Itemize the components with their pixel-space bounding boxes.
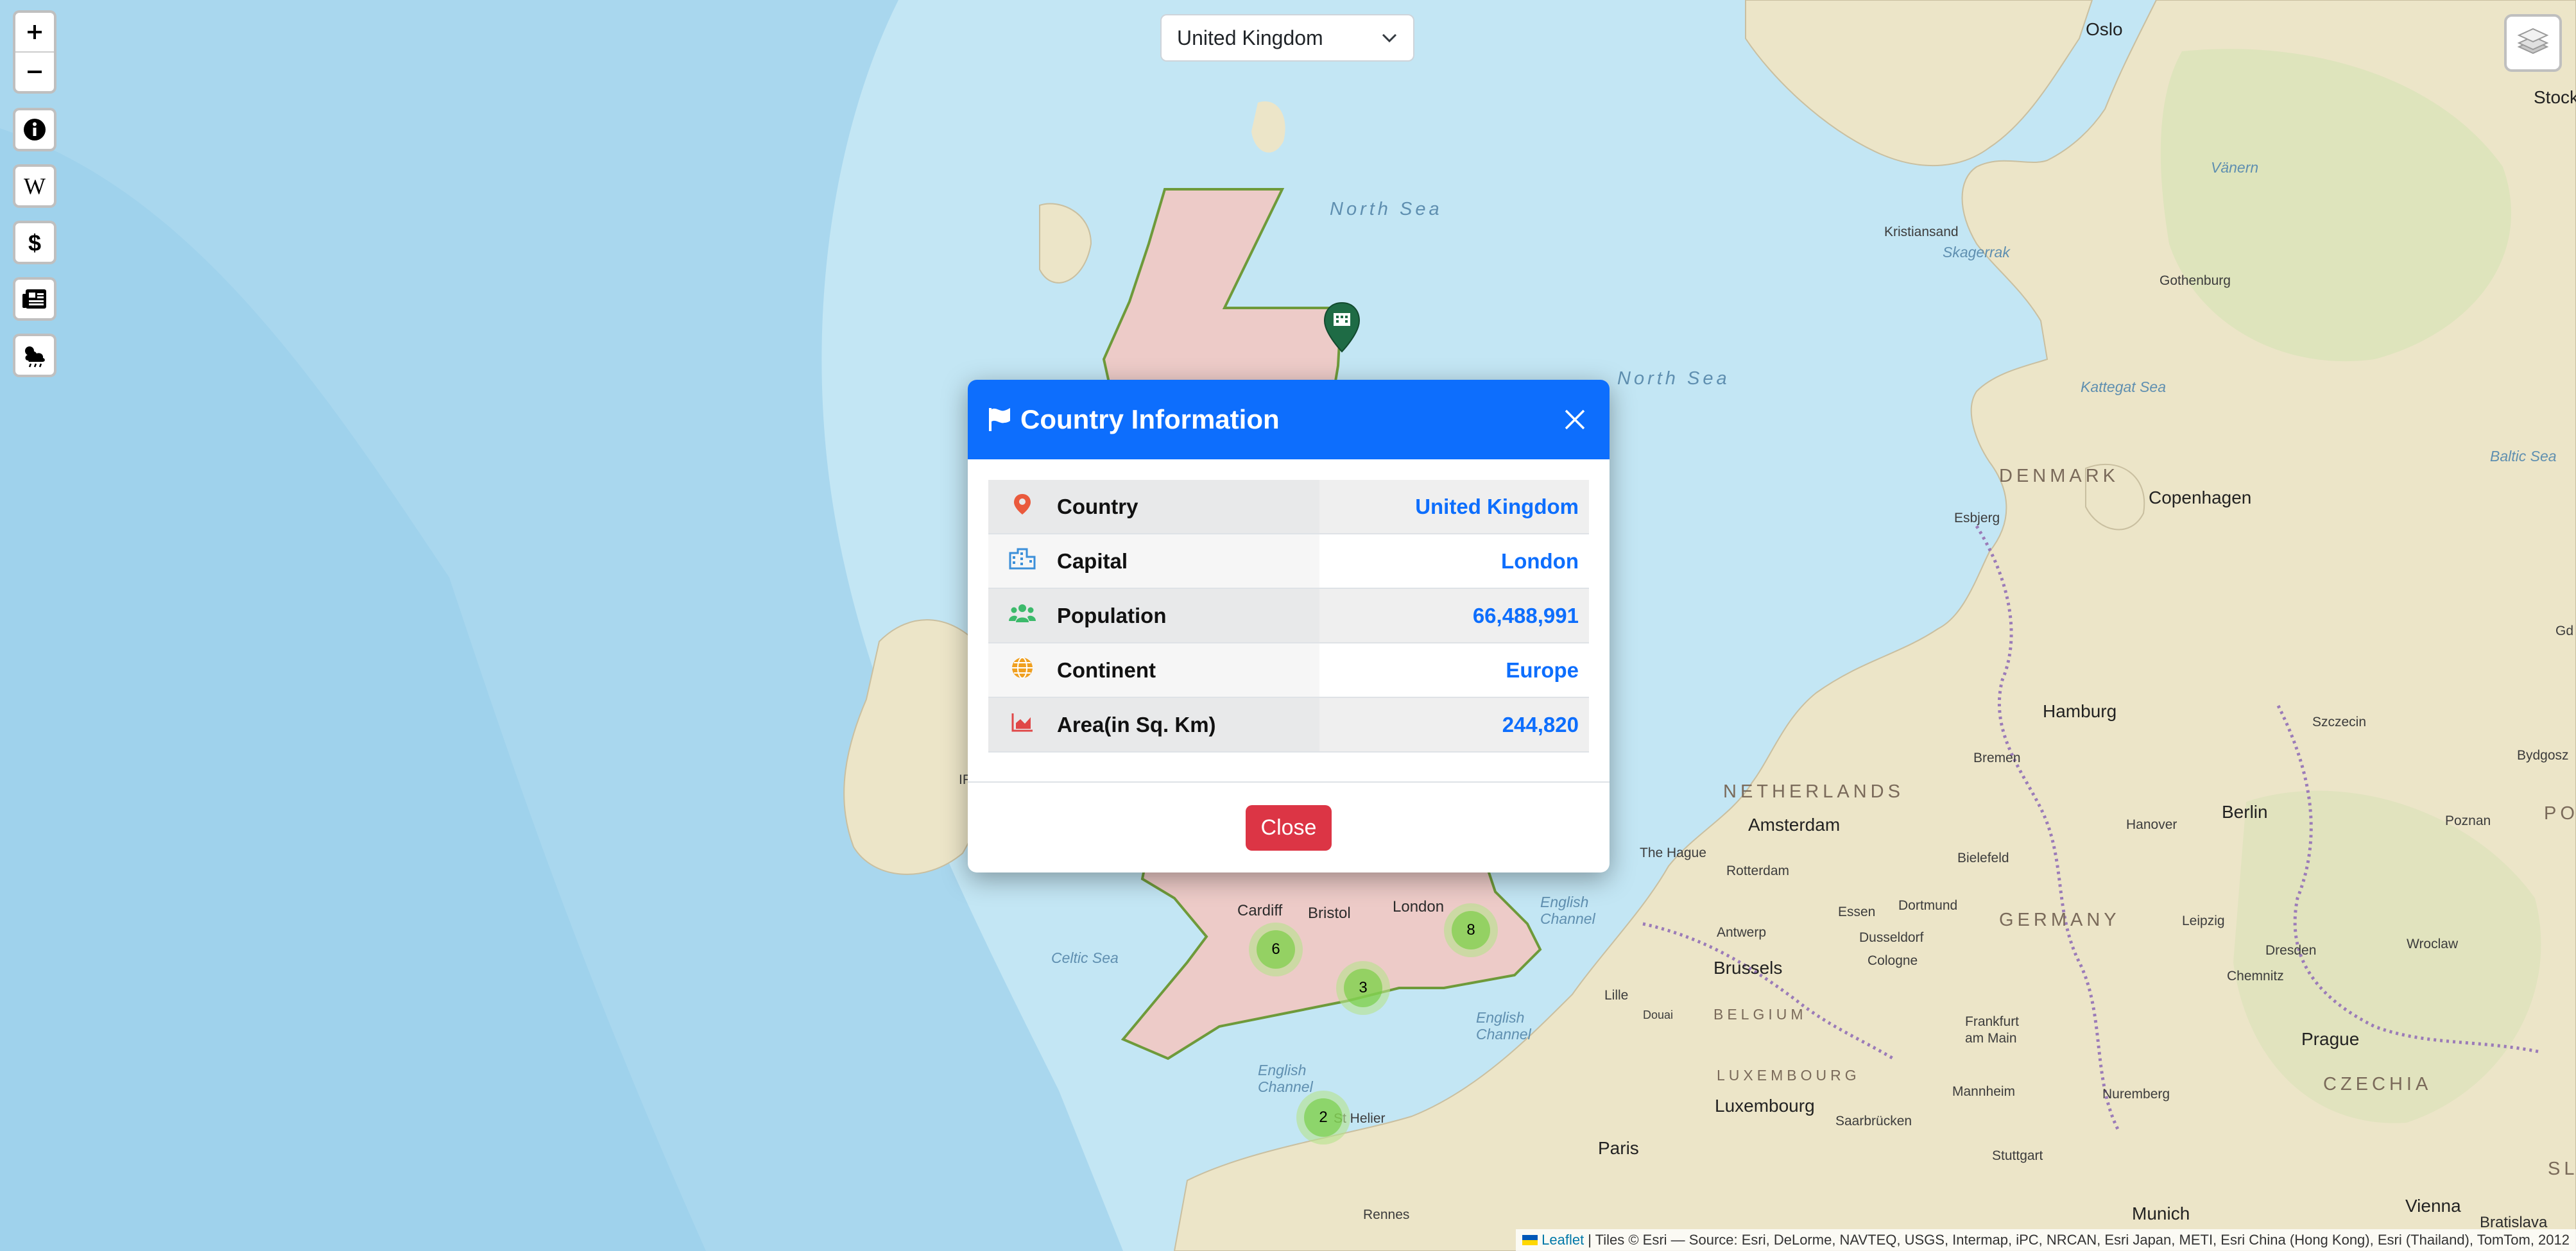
country-info-modal: Country Information Country United Kingd… <box>968 380 1610 872</box>
row-label: Area(in Sq. Km) <box>1056 697 1319 753</box>
row-label: Country <box>1056 480 1319 534</box>
close-icon[interactable] <box>1559 404 1590 435</box>
row-value: Europe <box>1319 643 1589 698</box>
modal-footer: Close <box>968 781 1610 872</box>
flag-icon <box>989 408 1010 431</box>
country-info-table: Country United Kingdom Capital London Po… <box>988 480 1589 753</box>
row-value: 66,488,991 <box>1319 588 1589 643</box>
people-icon <box>988 588 1056 643</box>
city-icon <box>988 534 1056 589</box>
location-pin-icon <box>988 480 1056 534</box>
row-label: Population <box>1056 588 1319 643</box>
modal-body: Country United Kingdom Capital London Po… <box>968 459 1610 791</box>
close-button[interactable]: Close <box>1245 804 1332 851</box>
globe-icon <box>988 643 1056 698</box>
row-value: London <box>1319 534 1589 589</box>
row-value: 244,820 <box>1319 697 1589 753</box>
table-row: Capital London <box>988 534 1589 589</box>
table-row: Population 66,488,991 <box>988 588 1589 643</box>
modal-header: Country Information <box>968 380 1610 459</box>
area-chart-icon <box>988 697 1056 753</box>
table-row: Continent Europe <box>988 643 1589 698</box>
modal-title: Country Information <box>1020 404 1280 434</box>
row-value: United Kingdom <box>1319 480 1589 534</box>
row-label: Continent <box>1056 643 1319 698</box>
table-row: Area(in Sq. Km) 244,820 <box>988 697 1589 753</box>
table-row: Country United Kingdom <box>988 480 1589 534</box>
row-label: Capital <box>1056 534 1319 589</box>
